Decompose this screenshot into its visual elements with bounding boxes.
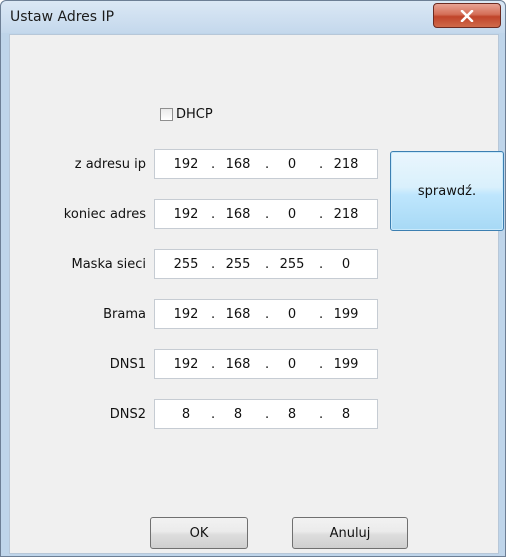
ip-octet[interactable]: 192	[169, 307, 203, 322]
subnet-mask-label: Maska sieci	[71, 257, 147, 272]
ip-dot: .	[211, 307, 216, 322]
ip-octet[interactable]: 255	[275, 257, 309, 272]
ip-octet[interactable]: 168	[221, 357, 255, 372]
ok-button[interactable]: OK	[150, 517, 248, 549]
ip-octet[interactable]: 0	[275, 207, 309, 222]
gateway-label: Brama	[103, 307, 146, 322]
ip-octet[interactable]: 255	[169, 257, 203, 272]
check-button[interactable]: sprawdź.	[390, 151, 504, 231]
start-address-label: z adresu ip	[74, 157, 146, 172]
ip-dot: .	[265, 407, 270, 422]
ip-octet[interactable]: 0	[275, 307, 309, 322]
ip-octet[interactable]: 192	[169, 207, 203, 222]
ip-dot: .	[265, 357, 270, 372]
ip-octet[interactable]: 199	[329, 357, 363, 372]
ip-dot: .	[211, 257, 216, 272]
ip-dot: .	[211, 357, 216, 372]
dhcp-option[interactable]: DHCP	[160, 106, 213, 122]
ip-octet[interactable]: 168	[221, 307, 255, 322]
ip-octet[interactable]: 168	[221, 207, 255, 222]
close-button[interactable]	[433, 3, 501, 28]
dns2-ip-field[interactable]: 8 . 8 . 8 . 8	[154, 399, 378, 429]
ip-octet[interactable]: 0	[275, 357, 309, 372]
ip-octet[interactable]: 0	[275, 157, 309, 172]
end-address-ip-field[interactable]: 192 . 168 . 0 . 218	[154, 199, 378, 229]
dhcp-checkbox[interactable]	[160, 107, 173, 121]
ip-dot: .	[319, 207, 324, 222]
ip-dot: .	[211, 407, 216, 422]
ip-octet[interactable]: 168	[221, 157, 255, 172]
dhcp-label[interactable]: DHCP	[176, 107, 213, 122]
gateway-ip-field[interactable]: 192 . 168 . 0 . 199	[154, 299, 378, 329]
ip-dot: .	[265, 307, 270, 322]
ip-octet[interactable]: 8	[221, 407, 255, 422]
dns1-ip-field[interactable]: 192 . 168 . 0 . 199	[154, 349, 378, 379]
start-address-ip-field[interactable]: 192 . 168 . 0 . 218	[154, 149, 378, 179]
ip-dot: .	[265, 257, 270, 272]
subnet-mask-ip-field[interactable]: 255 . 255 . 255 . 0	[154, 249, 378, 279]
ip-dot: .	[319, 157, 324, 172]
ip-octet[interactable]: 192	[169, 157, 203, 172]
ip-octet[interactable]: 255	[221, 257, 255, 272]
ip-octet[interactable]: 218	[329, 157, 363, 172]
ip-dot: .	[319, 407, 324, 422]
ip-dot: .	[265, 207, 270, 222]
ip-dot: .	[211, 207, 216, 222]
ip-octet[interactable]: 8	[275, 407, 309, 422]
ip-octet[interactable]: 8	[329, 407, 363, 422]
ip-octet[interactable]: 0	[329, 257, 363, 272]
window-title: Ustaw Adres IP	[10, 9, 115, 25]
close-x-icon	[460, 9, 474, 22]
ip-octet[interactable]: 199	[329, 307, 363, 322]
ip-octet[interactable]: 218	[329, 207, 363, 222]
ip-dot: .	[319, 257, 324, 272]
ip-dot: .	[319, 357, 324, 372]
ip-octet[interactable]: 192	[169, 357, 203, 372]
cancel-button[interactable]: Anuluj	[292, 517, 408, 549]
dns1-label: DNS1	[109, 357, 146, 372]
end-address-label: koniec adres	[63, 207, 146, 222]
title-bar[interactable]: Ustaw Adres IP	[1, 1, 505, 33]
dialog-client-area: DHCP z adresu ip 192 . 168 . 0 . 218 kon…	[9, 34, 504, 554]
ip-dot: .	[211, 157, 216, 172]
dialog-window: Ustaw Adres IP DHCP z adresu ip 192 . 16…	[0, 0, 506, 557]
ip-octet[interactable]: 8	[169, 407, 203, 422]
dns2-label: DNS2	[109, 407, 146, 422]
ip-dot: .	[265, 157, 270, 172]
ip-dot: .	[319, 307, 324, 322]
